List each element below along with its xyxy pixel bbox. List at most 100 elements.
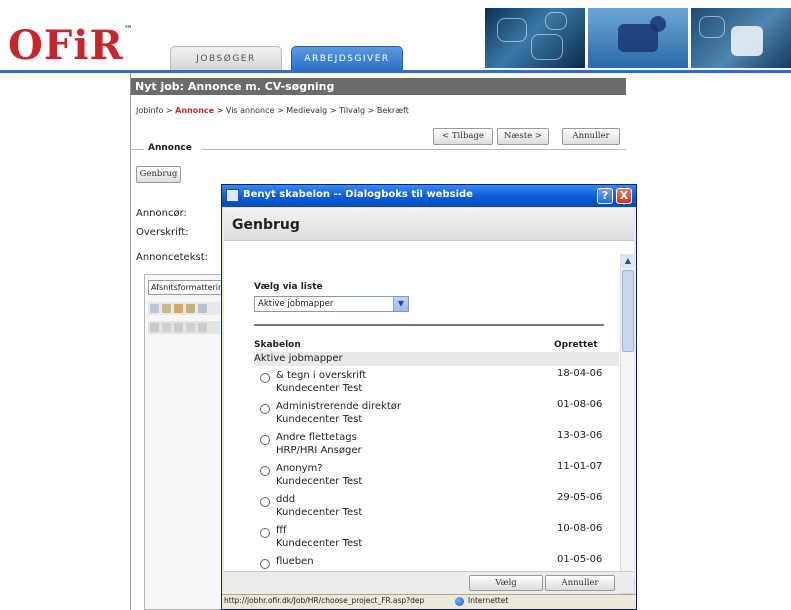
editor-toolbar [148, 302, 220, 315]
undo-icon[interactable] [198, 304, 207, 313]
template-radio[interactable] [260, 528, 270, 538]
template-radio[interactable] [260, 466, 270, 476]
template-radio[interactable] [260, 559, 270, 569]
template-date: 01-08-06 [557, 399, 603, 410]
section-divider [202, 149, 626, 150]
dialog-scrollbar[interactable]: ▲ ▼ [620, 254, 635, 594]
logo-text: OFiR [8, 22, 124, 69]
status-zone: Internettet [468, 596, 509, 605]
template-row[interactable]: fff Kundecenter Test 10-08-06 [260, 523, 620, 553]
tab-arbejdsgiver[interactable]: ARBEJDSGIVER [291, 46, 403, 70]
list-select[interactable]: Aktive jobmapper ▼ [254, 296, 409, 312]
webpage-dialog-icon [226, 189, 239, 202]
internet-zone-icon [455, 597, 464, 606]
annoncor-label: Annoncør: [136, 208, 187, 219]
template-owner: Kundecenter Test [276, 476, 363, 487]
template-owner: HRP/HRI Ansøger [276, 445, 362, 456]
editor-format-toolbar [148, 321, 220, 334]
template-radio[interactable] [260, 497, 270, 507]
cancel-button[interactable]: Annuller [562, 128, 620, 145]
close-button[interactable]: X [616, 188, 632, 204]
paste-icon[interactable] [174, 304, 183, 313]
back-button[interactable]: < Tilbage [433, 128, 493, 145]
template-owner: Kundecenter Test [276, 507, 363, 518]
tab-jobsoger[interactable]: JOBSØGER [170, 46, 282, 70]
puzzle-banner-image [588, 8, 688, 68]
template-name: & tegn i overskrift [276, 370, 367, 381]
template-date: 29-05-06 [557, 492, 603, 503]
help-button[interactable]: ? [597, 188, 613, 204]
template-name: Anonym? [276, 463, 323, 474]
next-button[interactable]: Næste > [497, 128, 549, 145]
dialog-heading: Genbrug [232, 217, 300, 233]
dialog-titlebar[interactable]: Benyt skabelon -- Dialogboks til webside… [222, 185, 636, 207]
template-date: 18-04-06 [557, 368, 603, 379]
dialog-heading-bar: Genbrug [224, 208, 634, 241]
scrollbar-thumb[interactable] [622, 270, 634, 352]
align-center-icon[interactable] [198, 323, 207, 332]
copy-icon[interactable] [162, 304, 171, 313]
header-divider [0, 70, 791, 73]
breadcrumb-separator: > [277, 106, 284, 115]
breadcrumb-vis-annonce: Vis annonce [225, 106, 275, 115]
choose-button[interactable]: Vælg [469, 575, 543, 591]
template-radio[interactable] [260, 373, 270, 383]
template-name: Administrerende direktør [276, 401, 401, 412]
breadcrumb-separator: > [329, 106, 337, 115]
chevron-down-icon[interactable]: ▼ [393, 297, 408, 311]
status-url: http://jobhr.ofir.dk/Job/HR/choose_proje… [224, 596, 425, 605]
bold-icon[interactable] [150, 323, 159, 332]
dialog-title: Benyt skabelon -- Dialogboks til webside [243, 189, 473, 200]
template-row[interactable]: & tegn i overskrift Kundecenter Test 18-… [260, 368, 620, 398]
align-left-icon[interactable] [186, 323, 195, 332]
template-row[interactable]: Administrerende direktør Kundecenter Tes… [260, 399, 620, 429]
template-name: flueben [276, 556, 314, 567]
annoncetekst-label: Annoncetekst: [136, 252, 208, 263]
template-radio[interactable] [260, 404, 270, 414]
overskrift-label: Overskrift: [136, 227, 189, 238]
genbrug-button[interactable]: Genbrug [136, 166, 181, 183]
list-select-value: Aktive jobmapper [258, 299, 334, 309]
status-bar: http://jobhr.ofir.dk/Job/HR/choose_proje… [222, 594, 636, 609]
underline-icon[interactable] [174, 323, 183, 332]
logo-trademark: ™ [123, 25, 134, 35]
section-title: Annonce [148, 143, 192, 153]
template-name: Andre flettetags [276, 432, 357, 443]
template-date: 10-08-06 [557, 523, 603, 534]
divider [254, 324, 604, 326]
template-owner: Kundecenter Test [276, 383, 363, 394]
breadcrumb-jobinfo[interactable]: Jobinfo [136, 106, 163, 115]
dialog-cancel-button[interactable]: Annuller [545, 575, 615, 591]
template-row[interactable]: ddd Kundecenter Test 29-05-06 [260, 492, 620, 522]
template-row[interactable]: Andre flettetags HRP/HRI Ansøger 13-03-0… [260, 430, 620, 460]
column-header-oprettet: Oprettet [554, 340, 598, 350]
template-name: fff [276, 525, 287, 536]
template-owner: Kundecenter Test [276, 538, 363, 549]
template-row[interactable]: flueben 01-05-06 [260, 554, 620, 571]
breadcrumb-separator: > [216, 106, 224, 115]
paste-word-icon[interactable] [186, 304, 195, 313]
template-date: 13-03-06 [557, 430, 603, 441]
breadcrumb-bekraeft: Bekræft [376, 106, 409, 115]
page-title: Nyt job: Annonce m. CV-søgning [131, 78, 626, 95]
paragraph-format-select[interactable]: Afsnitsformattering [148, 280, 222, 295]
page-left-border [130, 73, 131, 610]
puzzle-banner-image [485, 8, 585, 68]
breadcrumb-tilvalg: Tilvalg [339, 106, 366, 115]
breadcrumb-separator: > [165, 106, 173, 115]
breadcrumb-separator: > [367, 106, 375, 115]
select-list-label: Vælg via liste [254, 282, 323, 292]
italic-icon[interactable] [162, 323, 171, 332]
template-owner: Kundecenter Test [276, 414, 363, 425]
section-divider [132, 149, 144, 150]
cut-icon[interactable] [150, 304, 159, 313]
template-radio[interactable] [260, 435, 270, 445]
column-header-skabelon: Skabelon [254, 340, 301, 350]
template-date: 01-05-06 [557, 554, 603, 565]
breadcrumb-annonce: Annonce [175, 106, 215, 115]
scroll-up-icon[interactable]: ▲ [621, 254, 635, 268]
template-date: 11-01-07 [557, 461, 603, 472]
template-dialog: Benyt skabelon -- Dialogboks til webside… [221, 184, 637, 610]
template-row[interactable]: Anonym? Kundecenter Test 11-01-07 [260, 461, 620, 491]
ofir-logo[interactable]: OFiR™ [8, 22, 143, 70]
